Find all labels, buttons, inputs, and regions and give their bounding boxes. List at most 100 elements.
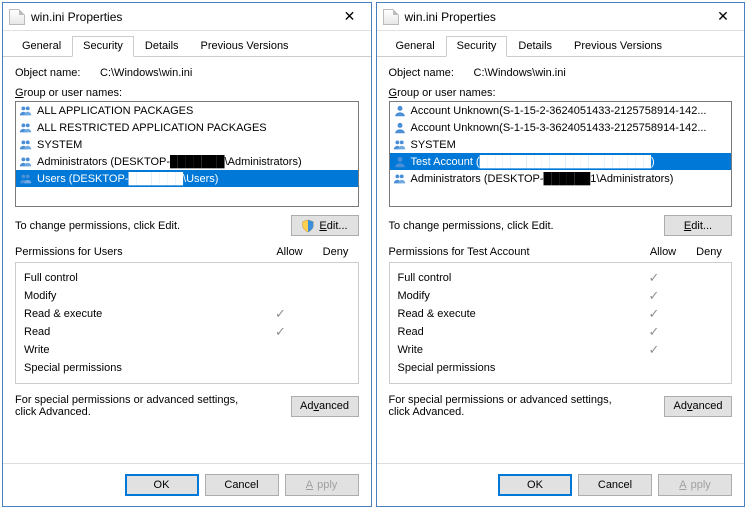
group-icon: [19, 104, 33, 118]
group-icon: [393, 138, 407, 152]
titlebar: win.ini Properties ✕: [3, 3, 371, 31]
tab-content: Object name: C:\Windows\win.ini Group or…: [377, 57, 745, 463]
permission-name: Modify: [24, 290, 258, 302]
allow-check: ✓: [258, 306, 304, 322]
titlebar: win.ini Properties ✕: [377, 3, 745, 31]
tab-general[interactable]: General: [11, 36, 72, 57]
permission-name: Special permissions: [398, 362, 632, 374]
group-icon: [393, 172, 407, 186]
list-item-label: Account Unknown(S-1-15-3-3624051433-2125…: [411, 122, 707, 134]
edit-button[interactable]: Edit...: [291, 215, 359, 236]
tab-details[interactable]: Details: [134, 36, 190, 57]
group-icon: [19, 155, 33, 169]
apply-button[interactable]: Apply: [285, 474, 359, 496]
edit-button[interactable]: Edit...: [664, 215, 732, 236]
allow-check: ✓: [631, 324, 677, 340]
permission-row: Read & execute✓: [24, 305, 350, 323]
list-item[interactable]: Test Account (██████████████████████): [390, 153, 732, 170]
allow-check: ✓: [258, 324, 304, 340]
object-name-value: C:\Windows\win.ini: [100, 67, 192, 79]
list-item[interactable]: Users (DESKTOP-███████\Users): [16, 170, 358, 187]
permission-row: Modify: [24, 287, 350, 305]
edit-label: Edit...: [684, 220, 712, 232]
group-icon: [19, 121, 33, 135]
list-item-label: Administrators (DESKTOP-███████\Administ…: [37, 156, 302, 168]
change-permissions-text: To change permissions, click Edit.: [389, 220, 554, 232]
advanced-button[interactable]: Advanced: [291, 396, 359, 417]
permission-row: Read✓: [398, 323, 724, 341]
tab-previous-versions[interactable]: Previous Versions: [190, 36, 300, 57]
permission-name: Read & execute: [398, 308, 632, 320]
tab-security[interactable]: Security: [72, 36, 134, 57]
tab-security[interactable]: Security: [446, 36, 508, 57]
shield-icon: [301, 219, 315, 233]
list-item-label: Account Unknown(S-1-15-2-3624051433-2125…: [411, 105, 707, 117]
permission-row: Read✓: [24, 323, 350, 341]
permissions-box: Full controlModifyRead & execute✓Read✓Wr…: [15, 262, 359, 384]
ok-button[interactable]: OK: [125, 474, 199, 496]
advanced-button[interactable]: Advanced: [664, 396, 732, 417]
permission-row: Special permissions: [398, 359, 724, 377]
list-item[interactable]: Account Unknown(S-1-15-3-3624051433-2125…: [390, 119, 732, 136]
user-icon: [393, 155, 407, 169]
allow-check: ✓: [631, 288, 677, 304]
close-button[interactable]: ✕: [335, 8, 365, 25]
user-icon: [393, 104, 407, 118]
file-icon: [383, 9, 399, 25]
properties-window: win.ini Properties ✕ General Security De…: [2, 2, 372, 507]
cancel-button[interactable]: Cancel: [578, 474, 652, 496]
permission-row: Modify✓: [398, 287, 724, 305]
list-item-label: Test Account (██████████████████████): [411, 156, 655, 168]
permission-row: Read & execute✓: [398, 305, 724, 323]
list-item[interactable]: SYSTEM: [16, 136, 358, 153]
permission-name: Read & execute: [24, 308, 258, 320]
permission-name: Full control: [24, 272, 258, 284]
list-item[interactable]: Account Unknown(S-1-15-2-3624051433-2125…: [390, 102, 732, 119]
list-item-label: ALL RESTRICTED APPLICATION PACKAGES: [37, 122, 267, 134]
group-icon: [19, 172, 33, 186]
user-icon: [393, 121, 407, 135]
window-title: win.ini Properties: [405, 10, 709, 24]
permission-name: Full control: [398, 272, 632, 284]
list-item-label: SYSTEM: [411, 139, 456, 151]
cancel-button[interactable]: Cancel: [205, 474, 279, 496]
advanced-text: For special permissions or advanced sett…: [15, 394, 245, 418]
permission-row: Full control: [24, 269, 350, 287]
list-item[interactable]: SYSTEM: [390, 136, 732, 153]
button-bar: OK Cancel Apply: [3, 463, 371, 506]
ok-button[interactable]: OK: [498, 474, 572, 496]
apply-button[interactable]: Apply: [658, 474, 732, 496]
group-icon: [19, 138, 33, 152]
list-item[interactable]: ALL RESTRICTED APPLICATION PACKAGES: [16, 119, 358, 136]
list-item-label: ALL APPLICATION PACKAGES: [37, 105, 193, 117]
permission-name: Read: [24, 326, 258, 338]
group-names-label: Group or user names:: [15, 87, 359, 99]
allow-column: Allow: [267, 246, 313, 258]
object-name-label: Object name:: [15, 67, 100, 79]
close-button[interactable]: ✕: [708, 8, 738, 25]
permissions-box: Full control✓Modify✓Read & execute✓Read✓…: [389, 262, 733, 384]
principals-list[interactable]: ALL APPLICATION PACKAGES ALL RESTRICTED A…: [15, 101, 359, 207]
permission-name: Modify: [398, 290, 632, 302]
list-item[interactable]: ALL APPLICATION PACKAGES: [16, 102, 358, 119]
permission-row: Write✓: [398, 341, 724, 359]
deny-column: Deny: [313, 246, 359, 258]
list-item[interactable]: Administrators (DESKTOP-███████\Administ…: [16, 153, 358, 170]
tab-previous-versions[interactable]: Previous Versions: [563, 36, 673, 57]
object-name-value: C:\Windows\win.ini: [474, 67, 566, 79]
list-item[interactable]: Administrators (DESKTOP-██████1\Administ…: [390, 170, 732, 187]
tab-details[interactable]: Details: [507, 36, 563, 57]
tab-general[interactable]: General: [385, 36, 446, 57]
deny-column: Deny: [686, 246, 732, 258]
change-permissions-text: To change permissions, click Edit.: [15, 220, 180, 232]
allow-column: Allow: [640, 246, 686, 258]
tab-strip: General Security Details Previous Versio…: [3, 31, 371, 57]
properties-window: win.ini Properties ✕ General Security De…: [376, 2, 746, 507]
allow-check: ✓: [631, 306, 677, 322]
permission-name: Read: [398, 326, 632, 338]
window-title: win.ini Properties: [31, 10, 335, 24]
group-names-label: Group or user names:: [389, 87, 733, 99]
principals-list[interactable]: Account Unknown(S-1-15-2-3624051433-2125…: [389, 101, 733, 207]
allow-check: ✓: [631, 270, 677, 286]
permissions-for-label: Permissions for Users: [15, 246, 267, 258]
